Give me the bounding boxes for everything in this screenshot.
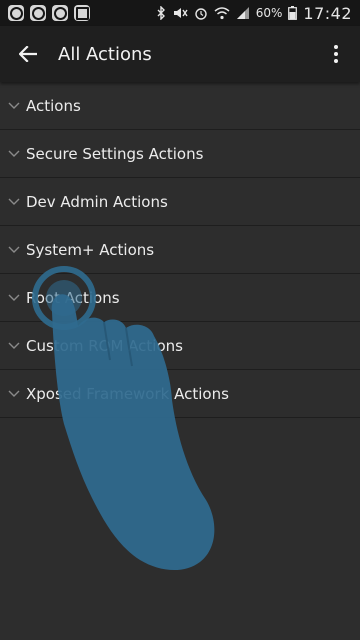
image-notification-icon bbox=[74, 5, 90, 21]
category-row-custom-rom[interactable]: Custom ROM Actions bbox=[0, 322, 360, 370]
category-row-root[interactable]: Root Actions bbox=[0, 274, 360, 322]
category-label: System+ Actions bbox=[26, 240, 155, 259]
wifi-icon bbox=[214, 7, 230, 20]
app-notification-icon bbox=[30, 5, 46, 21]
page-title: All Actions bbox=[58, 43, 152, 65]
app-bar: All Actions bbox=[0, 26, 360, 82]
category-row-xposed[interactable]: Xposed Framework Actions bbox=[0, 370, 360, 418]
category-row-actions[interactable]: Actions bbox=[0, 82, 360, 130]
category-label: Actions bbox=[26, 96, 81, 115]
app-notification-icon bbox=[8, 5, 24, 21]
chevron-down-icon bbox=[0, 150, 26, 158]
battery-level: 60% bbox=[255, 6, 283, 20]
chevron-down-icon bbox=[0, 102, 26, 110]
chevron-down-icon bbox=[0, 246, 26, 254]
chevron-down-icon bbox=[0, 390, 26, 398]
category-label: Custom ROM Actions bbox=[26, 336, 183, 355]
mute-icon bbox=[173, 8, 188, 18]
category-label: Root Actions bbox=[26, 288, 120, 307]
category-row-dev-admin[interactable]: Dev Admin Actions bbox=[0, 178, 360, 226]
status-bar: 60% 17:42 bbox=[0, 0, 360, 26]
category-label: Xposed Framework Actions bbox=[26, 384, 229, 403]
category-row-system-plus[interactable]: System+ Actions bbox=[0, 226, 360, 274]
overflow-menu-button[interactable] bbox=[312, 26, 360, 82]
chevron-down-icon bbox=[0, 198, 26, 206]
category-label: Dev Admin Actions bbox=[26, 192, 168, 211]
alarm-icon bbox=[195, 8, 207, 20]
arrow-back-icon bbox=[19, 46, 37, 62]
clock: 17:42 bbox=[303, 3, 352, 23]
action-category-list: Actions Secure Settings Actions Dev Admi… bbox=[0, 82, 360, 418]
chevron-down-icon bbox=[0, 342, 26, 350]
app-notification-icon bbox=[52, 5, 68, 21]
signal-icon bbox=[236, 7, 249, 19]
bluetooth-icon bbox=[157, 6, 165, 20]
battery-icon bbox=[288, 6, 298, 20]
more-vert-icon bbox=[334, 45, 338, 63]
system-status: 60% 17:42 bbox=[156, 4, 352, 23]
back-button[interactable] bbox=[0, 26, 56, 82]
category-label: Secure Settings Actions bbox=[26, 144, 204, 163]
notification-area bbox=[8, 5, 90, 21]
category-row-secure-settings[interactable]: Secure Settings Actions bbox=[0, 130, 360, 178]
chevron-down-icon bbox=[0, 294, 26, 302]
